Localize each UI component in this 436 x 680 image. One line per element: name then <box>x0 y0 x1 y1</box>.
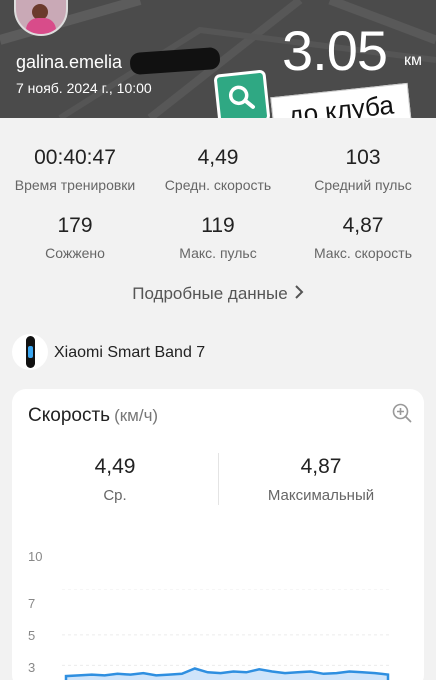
speed-unit: (км/ч) <box>114 406 159 425</box>
stat-max-speed: 4,87 Макс. скорость <box>288 214 436 261</box>
avg-speed-metric: 4,49 Ср. <box>15 455 215 504</box>
stat-value: 4,49 <box>197 146 239 169</box>
y-tick-label: 7 <box>28 596 36 611</box>
stat-max-pulse: 119 Макс. пульс <box>143 214 293 261</box>
smart-band-icon <box>12 334 48 370</box>
stat-value: 119 <box>201 214 235 237</box>
speed-title: Скорость <box>28 405 111 426</box>
metric-value: 4,49 <box>94 455 136 478</box>
stat-avg-speed: 4,49 Средн. скорость <box>143 146 293 193</box>
metric-label: Ср. <box>103 487 127 504</box>
y-tick-label: 5 <box>28 628 36 643</box>
y-tick-label: 3 <box>28 660 36 675</box>
distance-value: 3.05 <box>282 19 388 82</box>
stat-label: Средн. скорость <box>164 177 272 193</box>
stat-value: 00:40:47 <box>34 146 116 169</box>
workout-stats: 00:40:47 Время тренировки 4,49 Средн. ск… <box>0 118 436 318</box>
stat-avg-pulse: 103 Средний пульс <box>288 146 436 193</box>
stat-label: Сожжено <box>45 245 105 261</box>
divider <box>218 453 219 505</box>
metric-label: Максимальный <box>267 487 375 504</box>
stat-label: Средний пульс <box>314 177 412 193</box>
zoom-in-icon[interactable] <box>392 403 412 423</box>
device-name: Xiaomi Smart Band 7 <box>54 344 206 361</box>
username: galina.emelia <box>16 52 123 72</box>
workout-date: 7 нояб. 2024 г., 10:00 <box>16 80 152 96</box>
stat-calories: 179 Сожжено <box>0 214 150 261</box>
details-link[interactable]: Подробные данные <box>0 284 436 304</box>
stat-label: Макс. пульс <box>179 245 257 261</box>
details-link-label: Подробные данные <box>132 284 288 303</box>
max-speed-metric: 4,87 Максимальный <box>221 455 421 504</box>
chevron-right-icon <box>294 284 304 304</box>
stat-duration: 00:40:47 Время тренировки <box>0 146 150 193</box>
stat-value: 179 <box>57 214 93 237</box>
stat-label: Время тренировки <box>14 177 136 193</box>
stat-value: 4,87 <box>342 214 384 237</box>
stat-value: 103 <box>345 146 381 169</box>
stat-label: Макс. скорость <box>313 245 412 261</box>
card-title: Скорость (км/ч) <box>28 405 158 427</box>
metric-value: 4,87 <box>300 455 342 478</box>
speed-chart <box>62 589 392 680</box>
distance-unit: км <box>404 52 422 69</box>
speed-card: Скорость (км/ч) 4,49 Ср. 4,87 Максимальны… <box>12 389 424 680</box>
y-tick-label: 10 <box>28 549 43 564</box>
device-row: Xiaomi Smart Band 7 <box>0 330 436 374</box>
